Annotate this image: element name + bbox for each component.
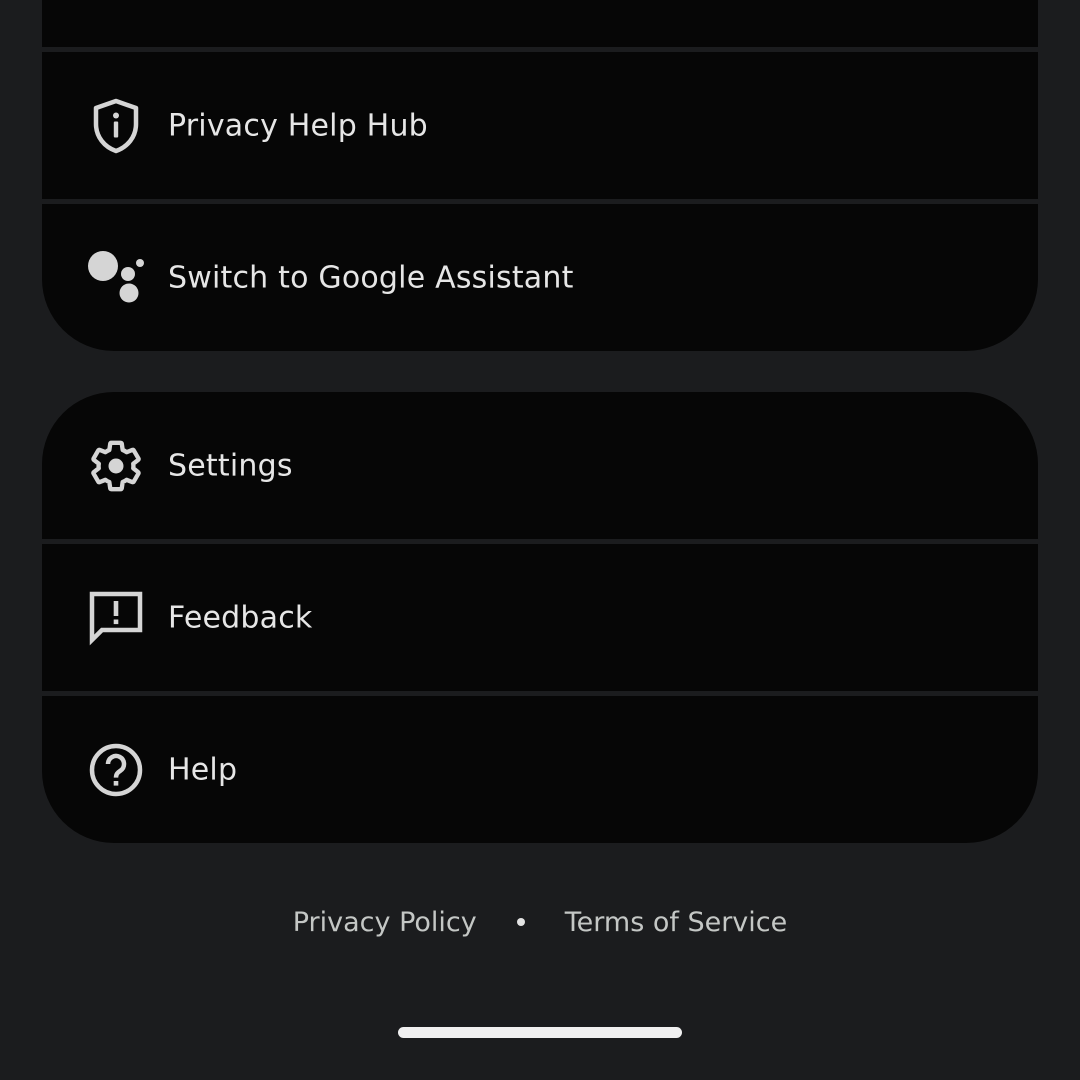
- feedback-icon: [86, 588, 146, 648]
- menu-item-help-label: Help: [168, 752, 238, 787]
- menu-item-privacy-help-hub-label: Privacy Help Hub: [168, 108, 428, 143]
- menu-group-top: Privacy Help Hub Switch to Google Assist…: [42, 0, 1038, 351]
- google-assistant-icon: [86, 248, 146, 308]
- menu-item-switch-to-google-assistant[interactable]: Switch to Google Assistant: [42, 204, 1038, 351]
- partial-icon: [86, 0, 146, 9]
- shield-info-icon: [86, 96, 146, 156]
- menu-item-feedback[interactable]: Feedback: [42, 544, 1038, 691]
- menu-group-bottom: Settings Feedback Help: [42, 392, 1038, 843]
- menu-item-help[interactable]: Help: [42, 696, 1038, 843]
- menu-item-settings[interactable]: Settings: [42, 392, 1038, 539]
- gear-icon: [86, 436, 146, 496]
- separator-dot: [516, 918, 525, 926]
- help-circle-icon: [86, 740, 146, 800]
- privacy-policy-link[interactable]: Privacy Policy: [293, 907, 477, 938]
- menu-item-privacy-help-hub[interactable]: Privacy Help Hub: [42, 52, 1038, 199]
- terms-of-service-link[interactable]: Terms of Service: [565, 907, 788, 938]
- home-indicator[interactable]: [398, 1027, 682, 1038]
- menu-item-switch-to-google-assistant-label: Switch to Google Assistant: [168, 260, 574, 295]
- screen: Privacy Help Hub Switch to Google Assist…: [0, 0, 1080, 1080]
- menu-item-above[interactable]: [42, 0, 1038, 47]
- menu-item-settings-label: Settings: [168, 448, 293, 483]
- footer-links: Privacy Policy Terms of Service: [0, 900, 1080, 944]
- menu-item-feedback-label: Feedback: [168, 600, 313, 635]
